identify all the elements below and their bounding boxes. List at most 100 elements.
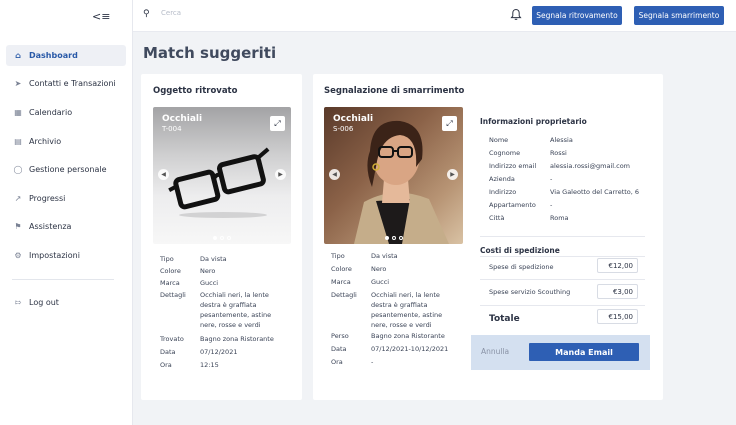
owner-value: Via Galeotto del Carretto, 6 [550,188,640,196]
report-lost-button[interactable]: Segnala smarrimento [634,6,724,25]
detail-key: Ora [331,358,343,366]
owner-key: Indirizzo [489,188,517,196]
carousel-dots [324,236,463,240]
owner-key: Azienda [489,175,515,183]
service-cost-label: Spese servizio Scouthing [489,288,571,296]
divider [480,279,645,280]
owner-value: Roma [550,214,569,222]
detail-value: Bagno zona Ristorante [200,335,274,343]
owner-value: Alessia [550,136,573,144]
report-found-button[interactable]: Segnala ritrovamento [532,6,622,25]
detail-key: Data [160,348,176,356]
search-icon: ⚲ [143,9,150,19]
owner-value: - [550,175,553,183]
owner-key: Indirizzo email [489,162,537,170]
sidebar-item-label: Archivio [29,137,62,146]
detail-value: Nero [200,267,216,275]
detail-value: Da vista [371,252,398,260]
logout-icon: ⇰ [14,298,22,307]
detail-key: Trovato [160,335,184,343]
collapse-menu-icon[interactable]: <≡ [92,10,110,23]
sidebar-item-label: Gestione personale [29,165,107,174]
next-arrow-icon[interactable]: ▶ [275,169,286,180]
expand-icon[interactable]: ⤢ [270,116,285,131]
carousel-dot[interactable] [391,236,396,240]
detail-value: Occhiali neri, la lente destra è graffia… [200,291,272,330]
sidebar-divider [12,279,114,280]
owner-key: Nome [489,136,509,144]
sidebar-item-gestione[interactable]: ◯ Gestione personale [6,159,126,180]
cancel-button[interactable]: Annulla [481,347,509,356]
carousel-dot[interactable] [227,236,231,240]
sidebar-item-contatti[interactable]: ➤ Contatti e Transazioni [6,73,126,94]
detail-value: - [371,358,374,366]
owner-value: - [550,201,553,209]
lost-card-title: Segnalazione di smarrimento [324,86,465,96]
logout-button[interactable]: ⇰ Log out [6,292,126,313]
shipping-cost-field[interactable]: €12,00 [597,258,638,273]
total-field: €15,00 [597,309,638,324]
lost-photo-title: Occhiali [333,114,374,124]
glasses-photo [168,147,270,218]
sidebar-item-archivio[interactable]: ▤ Archivio [6,131,126,152]
detail-value: 12:15 [200,361,219,369]
shipping-title: Costi di spedizione [480,246,560,255]
found-photo[interactable]: Occhiali T-004 ⤢ ◀ ▶ [153,107,291,244]
carousel-dot[interactable] [213,236,217,240]
carousel-dot[interactable] [384,236,389,240]
detail-key: Data [331,345,347,353]
sidebar-item-label: Progressi [29,194,66,203]
send-icon: ➤ [14,79,22,88]
lost-photo[interactable]: Occhiali S-006 ⤢ ◀ ▶ [324,107,463,244]
sidebar-item-label: Assistenza [29,222,72,231]
carousel-dot[interactable] [398,236,403,240]
prev-arrow-icon[interactable]: ◀ [158,169,169,180]
owner-value: Rossi [550,149,567,157]
divider [480,305,645,306]
next-arrow-icon[interactable]: ▶ [447,169,458,180]
sidebar-item-assistenza[interactable]: ⚑ Assistenza [6,216,126,237]
carousel-dots [153,236,291,240]
detail-value: Da vista [200,255,227,263]
detail-key: Marca [331,278,351,286]
service-cost-field[interactable]: €3,00 [597,284,638,299]
logout-label: Log out [29,298,59,307]
owner-info-title: Informazioni proprietario [480,117,587,126]
wrench-icon: ⚙ [14,251,22,260]
detail-key: Dettagli [160,291,186,299]
detail-value: Gucci [200,279,219,287]
carousel-dot[interactable] [220,236,224,240]
detail-key: Colore [331,265,352,273]
send-email-button[interactable]: Manda Email [529,343,639,361]
owner-key: Appartamento [489,201,536,209]
divider [480,236,645,237]
detail-key: Tipo [331,252,345,260]
home-icon: ⌂ [15,51,21,60]
sidebar-item-progressi[interactable]: ↗ Progressi [6,188,126,209]
bell-icon[interactable] [510,8,522,21]
sidebar-item-dashboard[interactable]: ⌂ Dashboard [6,45,126,66]
detail-value: 07/12/2021-10/12/2021 [371,345,449,353]
detail-key: Dettagli [331,291,357,299]
calendar-icon: ▦ [14,108,22,117]
prev-arrow-icon[interactable]: ◀ [329,169,340,180]
shipping-cost-label: Spese di spedizione [489,263,554,271]
sidebar-item-label: Contatti e Transazioni [29,79,116,88]
sidebar: <≡ ⌂ Dashboard ➤ Contatti e Transazioni … [0,0,133,425]
user-icon: ◯ [13,165,23,174]
search-input[interactable] [161,9,321,17]
detail-key: Colore [160,267,181,275]
sidebar-item-calendario[interactable]: ▦ Calendario [6,102,126,123]
expand-icon[interactable]: ⤢ [442,116,457,131]
sidebar-item-impostazioni[interactable]: ⚙ Impostazioni [6,245,126,266]
sidebar-item-label: Dashboard [29,51,78,60]
found-photo-title: Occhiali [162,114,203,124]
sidebar-item-label: Impostazioni [29,251,80,260]
divider [480,256,645,257]
detail-key: Marca [160,279,180,287]
owner-value: alessia.rossi@gmail.com [550,162,631,170]
detail-key: Perso [331,332,349,340]
detail-value: Occhiali neri, la lente destra è graffia… [371,291,443,330]
lost-photo-code: S-006 [333,125,354,133]
found-item-card: Oggetto ritrovato Occhiali T-004 ⤢ ◀ ▶ T… [141,74,302,400]
